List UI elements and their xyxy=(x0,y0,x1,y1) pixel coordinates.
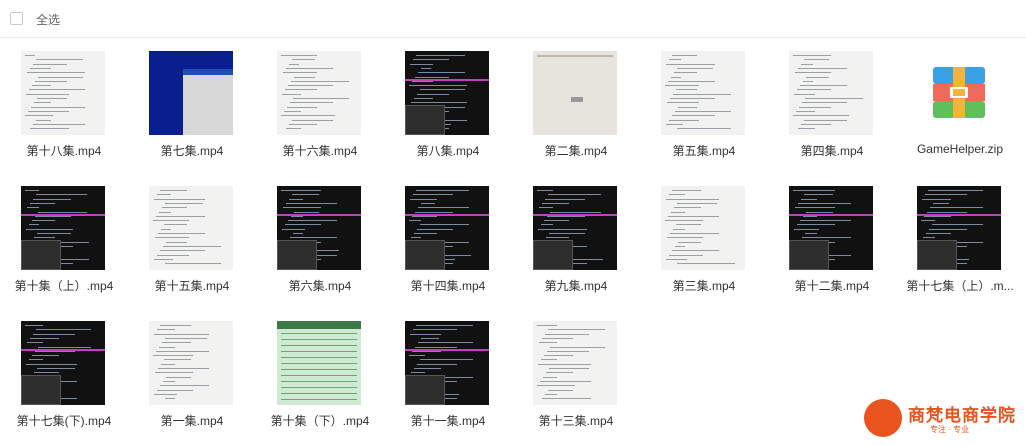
file-item[interactable]: 第十七集（上）.m... xyxy=(896,173,1024,303)
video-thumbnail xyxy=(21,186,105,270)
file-name: 第十一集.mp4 xyxy=(410,414,486,428)
video-thumbnail xyxy=(533,51,617,135)
file-item[interactable]: 第十五集.mp4 xyxy=(128,173,256,303)
file-item[interactable]: 第十一集.mp4 xyxy=(384,308,512,438)
file-name: 第九集.mp4 xyxy=(544,279,608,293)
file-name: 第十二集.mp4 xyxy=(794,279,870,293)
file-name: 第二集.mp4 xyxy=(544,144,608,158)
select-all-checkbox[interactable] xyxy=(10,12,23,25)
file-item[interactable]: 第九集.mp4 xyxy=(512,173,640,303)
video-thumbnail xyxy=(277,186,361,270)
video-thumbnail xyxy=(277,321,361,405)
file-grid: 第十八集.mp4 第七集.mp4 第十六集.mp4 第八集.mp4 第二集.mp4 第五集… xyxy=(0,38,1026,445)
toolbar: 全选 xyxy=(0,0,1026,38)
file-name: 第六集.mp4 xyxy=(288,279,352,293)
select-all-label[interactable]: 全选 xyxy=(36,11,60,28)
zip-archive-icon xyxy=(917,51,1001,135)
video-thumbnail xyxy=(149,186,233,270)
video-thumbnail xyxy=(917,186,1001,270)
file-name: GameHelper.zip xyxy=(916,142,1004,156)
file-item[interactable]: 第六集.mp4 xyxy=(256,173,384,303)
file-name: 第四集.mp4 xyxy=(800,144,864,158)
video-thumbnail xyxy=(533,321,617,405)
file-name: 第十集（上）.mp4 xyxy=(14,279,114,293)
watermark-logo: 商梵电商学院 专注 · 专业 xyxy=(864,399,1020,439)
file-name: 第十集（下）.mp4 xyxy=(270,414,370,428)
file-name: 第一集.mp4 xyxy=(160,414,224,428)
file-item[interactable]: 第一集.mp4 xyxy=(128,308,256,438)
file-item[interactable]: 第十六集.mp4 xyxy=(256,38,384,168)
file-name: 第三集.mp4 xyxy=(672,279,736,293)
file-name: 第十七集（上）.m... xyxy=(906,279,1014,293)
video-thumbnail xyxy=(661,186,745,270)
file-item[interactable]: 第十七集(下).mp4 xyxy=(0,308,128,438)
video-thumbnail xyxy=(149,51,233,135)
file-item[interactable]: GameHelper.zip xyxy=(896,38,1024,168)
file-name: 第八集.mp4 xyxy=(416,144,480,158)
video-thumbnail xyxy=(405,321,489,405)
video-thumbnail xyxy=(21,51,105,135)
file-item[interactable]: 第四集.mp4 xyxy=(768,38,896,168)
video-thumbnail xyxy=(661,51,745,135)
video-thumbnail xyxy=(533,186,617,270)
video-thumbnail xyxy=(277,51,361,135)
file-item[interactable]: 第十集（上）.mp4 xyxy=(0,173,128,303)
video-thumbnail xyxy=(149,321,233,405)
file-item[interactable]: 第十二集.mp4 xyxy=(768,173,896,303)
file-item[interactable]: 第七集.mp4 xyxy=(128,38,256,168)
brand-logo-icon xyxy=(864,399,902,437)
file-item[interactable]: 第三集.mp4 xyxy=(640,173,768,303)
file-item[interactable]: 第二集.mp4 xyxy=(512,38,640,168)
file-name: 第十三集.mp4 xyxy=(538,414,614,428)
video-thumbnail xyxy=(789,51,873,135)
file-name: 第十五集.mp4 xyxy=(154,279,230,293)
file-name: 第十四集.mp4 xyxy=(410,279,486,293)
file-item[interactable]: 第十八集.mp4 xyxy=(0,38,128,168)
file-name: 第十八集.mp4 xyxy=(26,144,102,158)
file-name: 第七集.mp4 xyxy=(160,144,224,158)
file-item[interactable]: 第八集.mp4 xyxy=(384,38,512,168)
file-item[interactable]: 第十三集.mp4 xyxy=(512,308,640,438)
video-thumbnail xyxy=(405,186,489,270)
watermark-title: 商梵电商学院 xyxy=(908,406,1016,426)
video-thumbnail xyxy=(405,51,489,135)
file-name: 第五集.mp4 xyxy=(672,144,736,158)
watermark-subtitle: 专注 · 专业 xyxy=(930,425,970,434)
file-item[interactable]: 第十集（下）.mp4 xyxy=(256,308,384,438)
video-thumbnail xyxy=(21,321,105,405)
file-name: 第十七集(下).mp4 xyxy=(16,414,112,428)
file-item[interactable]: 第十四集.mp4 xyxy=(384,173,512,303)
video-thumbnail xyxy=(789,186,873,270)
file-item[interactable]: 第五集.mp4 xyxy=(640,38,768,168)
file-name: 第十六集.mp4 xyxy=(282,144,358,158)
